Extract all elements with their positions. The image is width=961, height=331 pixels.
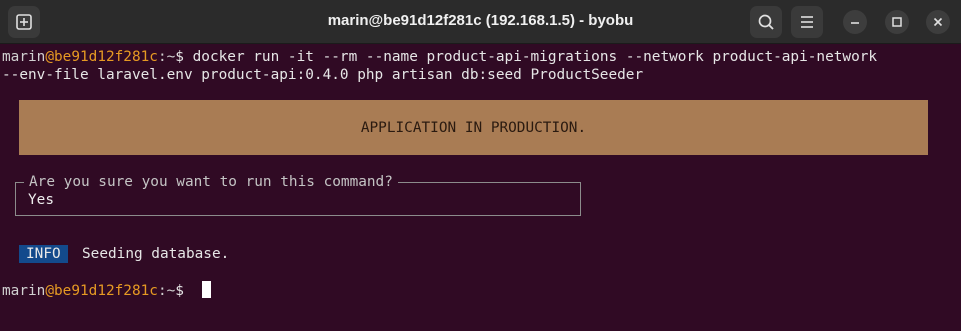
hamburger-menu-icon bbox=[801, 16, 813, 28]
terminal-output[interactable]: marin@be91d12f281c:~$ docker run -it --r… bbox=[0, 44, 961, 331]
prompt-at: @ bbox=[45, 283, 54, 299]
production-banner: APPLICATION IN PRODUCTION. bbox=[19, 100, 928, 155]
info-message: Seeding database. bbox=[82, 246, 230, 262]
info-badge: INFO bbox=[19, 245, 68, 263]
prompt-symbol: $ bbox=[175, 49, 193, 65]
close-icon bbox=[933, 17, 943, 27]
prompt-path: :~ bbox=[157, 49, 176, 65]
search-button[interactable] bbox=[750, 6, 782, 38]
prompt-host: be91d12f281c bbox=[54, 283, 158, 299]
prompt-line: marin@be91d12f281c:~$ bbox=[2, 281, 211, 300]
close-button[interactable] bbox=[926, 10, 950, 34]
terminal-window: marin@be91d12f281c (192.168.1.5) - byobu bbox=[0, 0, 961, 331]
maximize-button[interactable] bbox=[885, 10, 909, 34]
prompt-symbol: $ bbox=[175, 283, 193, 299]
prompt-path: :~ bbox=[157, 283, 176, 299]
command-text: docker run -it --rm --name product-api-m… bbox=[192, 49, 878, 65]
minimize-button[interactable] bbox=[843, 10, 867, 34]
maximize-icon bbox=[892, 17, 902, 27]
search-icon bbox=[758, 14, 774, 30]
banner-text: APPLICATION IN PRODUCTION. bbox=[360, 120, 587, 136]
prompt-at: @ bbox=[45, 49, 54, 65]
command-line-continued: --env-file laravel.env product-api:0.4.0… bbox=[2, 67, 644, 83]
title-bar: marin@be91d12f281c (192.168.1.5) - byobu bbox=[0, 0, 961, 44]
prompt-user: marin bbox=[2, 49, 46, 65]
confirm-box: Are you sure you want to run this comman… bbox=[15, 173, 581, 216]
confirm-question: Are you sure you want to run this comman… bbox=[24, 173, 398, 191]
menu-button[interactable] bbox=[791, 6, 823, 38]
prompt-host: be91d12f281c bbox=[54, 49, 158, 65]
command-line: marin@be91d12f281c:~$ docker run -it --r… bbox=[2, 48, 877, 66]
minimize-icon bbox=[851, 22, 859, 24]
prompt-user: marin bbox=[2, 283, 46, 299]
confirm-answer: Yes bbox=[28, 192, 54, 208]
terminal-cursor bbox=[201, 281, 211, 298]
